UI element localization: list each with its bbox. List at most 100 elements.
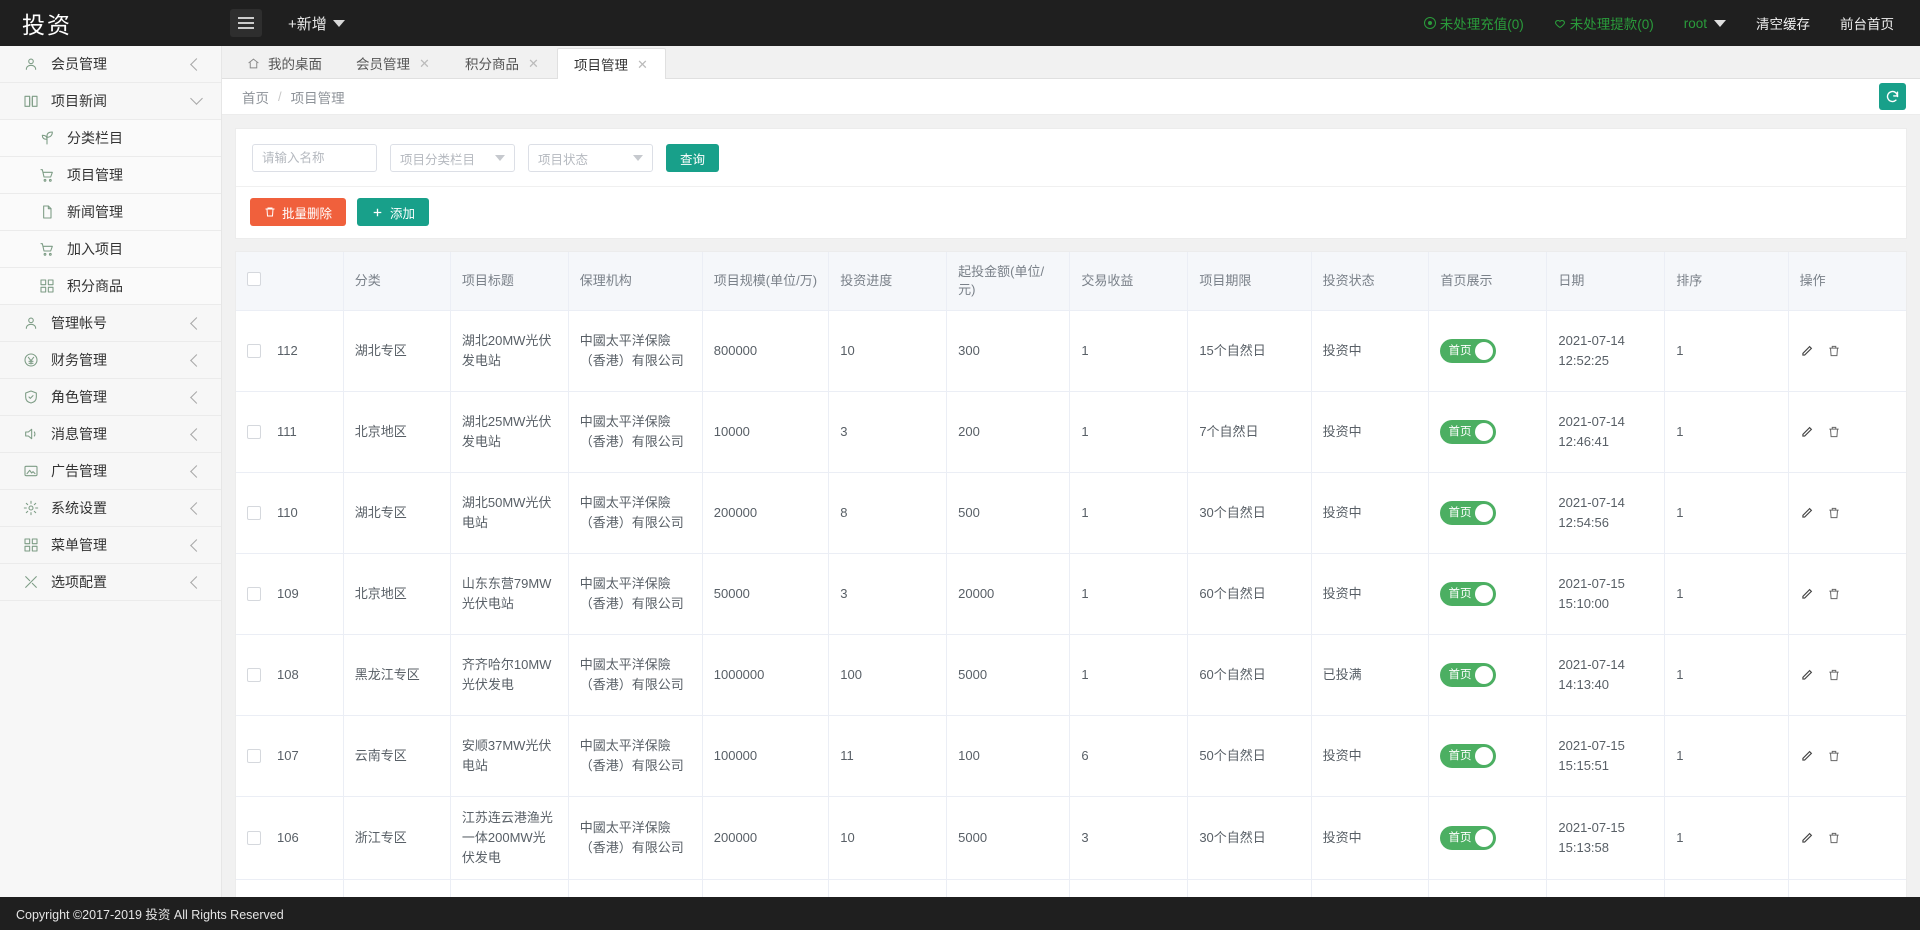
pencil-icon[interactable] [1800,831,1814,845]
category-select[interactable]: 项目分类栏目 [390,144,515,172]
clear-cache-button[interactable]: 清空缓存 [1756,13,1810,33]
pending-recharge-link[interactable]: 未处理充值(0) [1423,13,1524,33]
row-select-cell[interactable]: 108 [236,634,344,716]
cell-min_amount: 200 [946,391,1071,473]
sidebar-item-6[interactable]: 积分商品 [0,268,221,305]
sidebar-item-8[interactable]: 财务管理 [0,342,221,379]
menu-grid-icon [22,536,40,554]
row-checkbox[interactable] [247,344,261,359]
user-menu[interactable]: root [1684,16,1726,31]
sidebar-item-0[interactable]: 会员管理 [0,46,221,83]
select-all-checkbox[interactable] [247,271,261,286]
cell-operations[interactable] [1788,796,1906,880]
row-checkbox[interactable] [247,831,261,846]
sidebar-item-9[interactable]: 角色管理 [0,379,221,416]
sidebar-item-label: 项目管理 [67,167,123,183]
cell-operations[interactable] [1788,553,1906,635]
pencil-icon[interactable] [1800,668,1814,682]
sidebar-item-3[interactable]: 项目管理 [0,157,221,194]
cell-home-display[interactable]: 首页 [1428,634,1548,716]
sidebar-item-12[interactable]: 系统设置 [0,490,221,527]
status-select[interactable]: 项目状态 [528,144,653,172]
sidebar-item-1[interactable]: 项目新闻 [0,83,221,120]
row-select-cell[interactable]: 110 [236,472,344,554]
trash-icon[interactable] [1827,668,1841,682]
home-display-toggle[interactable]: 首页 [1440,420,1497,444]
row-select-cell[interactable]: 111 [236,391,344,473]
refresh-icon[interactable] [1879,83,1906,110]
home-display-toggle[interactable]: 首页 [1440,339,1497,363]
trash-icon[interactable] [1827,749,1841,763]
pencil-icon[interactable] [1800,425,1814,439]
cell-agency: 中國太平洋保險（香港）有限公司 [568,472,703,554]
cell-home-display[interactable]: 首页 [1428,472,1548,554]
cell-date: 2021-07-14 12:46:41 [1546,391,1666,473]
row-checkbox[interactable] [247,587,261,602]
row-select-cell[interactable]: 112 [236,310,344,392]
sidebar-item-14[interactable]: 选项配置 [0,564,221,601]
search-input[interactable] [252,144,377,172]
select-all-header[interactable] [236,252,344,311]
tab-3[interactable]: 项目管理 ✕ [557,48,666,79]
breadcrumb-root[interactable]: 首页 [242,87,269,107]
home-display-toggle[interactable]: 首页 [1440,744,1497,768]
trash-icon[interactable] [1827,506,1841,520]
pencil-icon[interactable] [1800,344,1814,358]
tab-1[interactable]: 会员管理 ✕ [339,47,448,78]
trash-icon[interactable] [1827,344,1841,358]
row-checkbox[interactable] [247,506,261,521]
pencil-icon[interactable] [1800,587,1814,601]
tab-0[interactable]: 我的桌面 [230,47,339,78]
cell-operations[interactable] [1788,634,1906,716]
cell-min_amount-value: 5000 [958,830,988,845]
cell-home-display[interactable]: 首页 [1428,310,1548,392]
trash-icon[interactable] [1827,587,1841,601]
hamburger-icon[interactable] [230,9,262,37]
tab-2[interactable]: 积分商品 ✕ [448,47,557,78]
cell-operations[interactable] [1788,715,1906,797]
front-home-link[interactable]: 前台首页 [1840,13,1894,33]
project-table: 分类 项目标题 保理机构 项目规模(单位/万) 投资进度 起投金额(单位/元) 交易收益 项目… [235,251,1907,918]
pencil-icon[interactable] [1800,506,1814,520]
add-button[interactable]: 添加 [357,198,430,226]
sidebar-item-7[interactable]: 管理帐号 [0,305,221,342]
close-icon[interactable]: ✕ [527,57,540,70]
row-checkbox[interactable] [247,425,261,440]
user-name: root [1683,15,1707,31]
trash-icon[interactable] [1827,425,1841,439]
row-select-cell[interactable]: 109 [236,553,344,635]
pencil-icon[interactable] [1800,749,1814,763]
cell-operations[interactable] [1788,391,1906,473]
row-checkbox[interactable] [247,668,261,683]
query-button[interactable]: 查询 [666,144,720,172]
column-header-4: 项目规模(单位/万) [702,252,830,311]
cell-home-display[interactable]: 首页 [1428,553,1548,635]
tab-bar[interactable]: 我的桌面 会员管理 ✕ 积分商品 ✕ 项目管理 ✕ [222,46,1920,79]
pending-withdraw-link[interactable]: 未处理提款(0) [1554,13,1654,33]
cell-operations[interactable] [1788,310,1906,392]
row-select-cell[interactable]: 107 [236,715,344,797]
trash-icon[interactable] [1827,831,1841,845]
batch-delete-button[interactable]: 批量删除 [250,198,347,226]
close-icon[interactable]: ✕ [418,57,431,70]
row-select-cell[interactable]: 106 [236,796,344,880]
row-checkbox[interactable] [247,749,261,764]
home-display-toggle[interactable]: 首页 [1440,582,1497,606]
sidebar-item-5[interactable]: 加入项目 [0,231,221,268]
sidebar[interactable]: 会员管理 项目新闻 分类栏目项目管理新闻管理 加入项目 积分商品 管理帐号 财务管理 角色管理… [0,46,222,930]
sidebar-item-2[interactable]: 分类栏目 [0,120,221,157]
cell-operations[interactable] [1788,472,1906,554]
cell-date: 2021-07-15 15:10:00 [1546,553,1666,635]
sidebar-item-10[interactable]: 消息管理 [0,416,221,453]
home-display-toggle[interactable]: 首页 [1440,501,1497,525]
cell-home-display[interactable]: 首页 [1428,391,1548,473]
new-menu-button[interactable]: +新增 [288,13,345,34]
sidebar-item-4[interactable]: 新闻管理 [0,194,221,231]
sidebar-item-13[interactable]: 菜单管理 [0,527,221,564]
home-display-toggle[interactable]: 首页 [1440,826,1497,850]
cell-home-display[interactable]: 首页 [1428,796,1548,880]
close-icon[interactable]: ✕ [636,58,649,71]
sidebar-item-11[interactable]: 广告管理 [0,453,221,490]
home-display-toggle[interactable]: 首页 [1440,663,1497,687]
cell-home-display[interactable]: 首页 [1428,715,1548,797]
